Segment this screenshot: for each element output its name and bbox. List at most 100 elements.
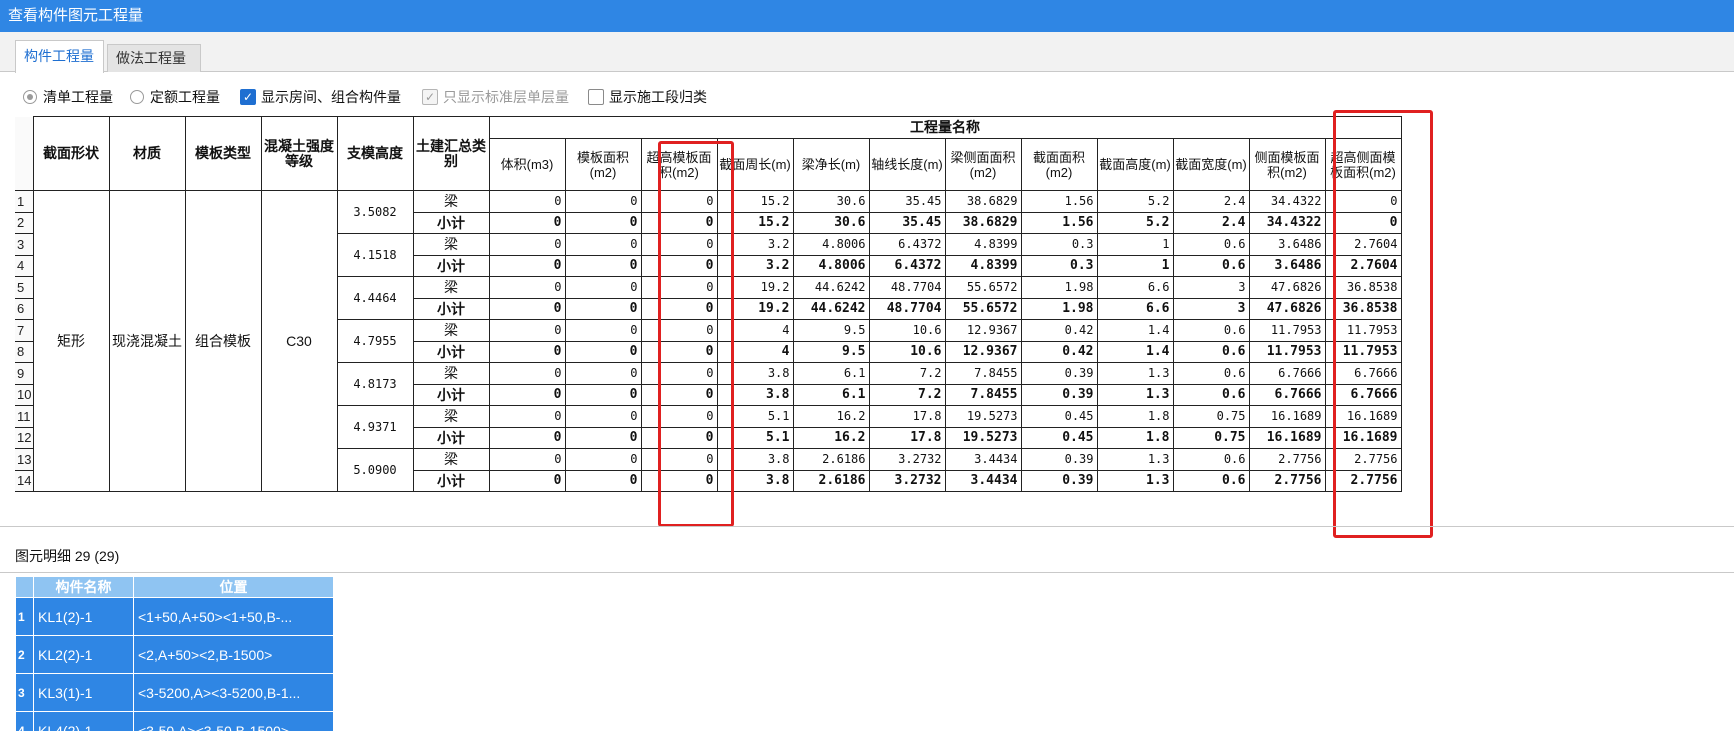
- radio-selected-icon: [23, 90, 37, 104]
- quantity-cell: 1.56: [1020, 211, 1098, 234]
- quantity-cell: 0: [640, 405, 718, 428]
- quantity-cell: 6.4372: [868, 254, 946, 277]
- quantity-cell: 6.7666: [1248, 383, 1326, 406]
- table-row[interactable]: 1 矩形 现浇混凝土 组合模板 C30 3.5082 梁 0 0 0 15.2 30.6 35.45 38…: [15, 190, 1402, 492]
- category-cell: 梁: [412, 276, 490, 299]
- show-stage-checkbox[interactable]: 显示施工段归类: [588, 87, 707, 107]
- list-item[interactable]: 2 KL2(2)-1 <2,A+50><2,B-1500>: [15, 635, 334, 674]
- detail-list[interactable]: 构件名称 位置 1 KL1(2)-1 <1+50,A+50><1+50,B-... 2…: [15, 576, 335, 731]
- quantity-cell: 0: [564, 297, 642, 320]
- quantity-cell: 36.8538: [1324, 276, 1402, 299]
- quantity-cell: 3.6486: [1248, 254, 1326, 277]
- list-index: 2: [15, 635, 34, 674]
- header-summary-type[interactable]: 土建汇总类别: [412, 116, 490, 191]
- quantity-cell: 12.9367: [944, 319, 1022, 342]
- quantity-cell: 19.5273: [944, 426, 1022, 449]
- row-number: 1: [15, 190, 34, 213]
- quantity-cell: 0: [488, 211, 566, 234]
- subheader-quantity[interactable]: 梁净长(m): [792, 138, 870, 191]
- subheader-quantity[interactable]: 体积(m3): [488, 138, 566, 191]
- subheader-quantity[interactable]: 截面面积(m2): [1020, 138, 1098, 191]
- detail-header-name[interactable]: 构件名称: [33, 576, 134, 598]
- quantity-cell: 7.2: [868, 383, 946, 406]
- window-title: 查看构件图元工程量: [0, 0, 1734, 32]
- quantity-cell: 0: [640, 190, 718, 213]
- header-material[interactable]: 材质: [108, 116, 186, 191]
- list-item[interactable]: 4 KL4(2)-1 <3-50,A><3-50,B-1500>: [15, 711, 334, 731]
- subheader-quantity[interactable]: 截面高度(m): [1096, 138, 1174, 191]
- quantity-cell: 2.7604: [1324, 233, 1402, 256]
- quantity-cell: 48.7704: [868, 276, 946, 299]
- subheader-quantity[interactable]: 侧面模板面积(m2): [1248, 138, 1326, 191]
- quantity-cell: 0: [564, 469, 642, 492]
- quantity-cell: 0: [640, 297, 718, 320]
- quantity-cell: 1.3: [1096, 469, 1174, 492]
- quantity-table: 截面形状 材质 模板类型 混凝土强度等级 支模高度 土建汇总类别 工程量名称 体…: [15, 116, 1402, 492]
- show-rooms-checkbox[interactable]: ✓ 显示房间、组合构件量: [240, 87, 401, 107]
- header-section-shape[interactable]: 截面形状: [32, 116, 110, 191]
- quantity-cell: 0: [488, 469, 566, 492]
- quantity-cell: 35.45: [868, 190, 946, 213]
- quantity-cell: 16.1689: [1324, 405, 1402, 428]
- category-cell: 梁: [412, 405, 490, 428]
- position-cell: <3-5200,A><3-5200,B-1...: [133, 673, 334, 712]
- quantity-cell: 0.75: [1172, 426, 1250, 449]
- show-rooms-label: 显示房间、组合构件量: [261, 89, 401, 105]
- header-formwork-type[interactable]: 模板类型: [184, 116, 262, 191]
- only-std-floor-label: 只显示标准层单层量: [443, 89, 569, 105]
- position-cell: <2,A+50><2,B-1500>: [133, 635, 334, 674]
- detail-title-label: 图元明细: [15, 548, 71, 564]
- row-number: 6: [15, 297, 34, 320]
- category-cell: 梁: [412, 448, 490, 471]
- quantity-cell: 5.1: [716, 426, 794, 449]
- header-support-height[interactable]: 支模高度: [336, 116, 414, 191]
- list-item[interactable]: 1 KL1(2)-1 <1+50,A+50><1+50,B-...: [15, 597, 334, 636]
- quantity-cell: 4.8006: [792, 254, 870, 277]
- header-concrete-grade[interactable]: 混凝土强度等级: [260, 116, 338, 191]
- quantity-cell: 7.2: [868, 362, 946, 385]
- quantity-cell: 0.3: [1020, 254, 1098, 277]
- list-item[interactable]: 3 KL3(1)-1 <3-5200,A><3-5200,B-1...: [15, 673, 334, 712]
- subheader-quantity[interactable]: 超高模板面积(m2): [640, 138, 718, 191]
- merged-concrete-grade: C30: [260, 190, 338, 492]
- support-height-cell: 3.5082: [336, 190, 414, 234]
- quantity-cell: 1.3: [1096, 448, 1174, 471]
- category-cell: 小计: [412, 340, 490, 363]
- quantity-cell: 1: [1096, 233, 1174, 256]
- dinge-radio[interactable]: 定额工程量: [130, 87, 220, 107]
- qingdan-radio[interactable]: 清单工程量: [23, 87, 113, 107]
- row-number: 13: [15, 448, 34, 471]
- detail-header-position[interactable]: 位置: [133, 576, 334, 598]
- tab-method-quantity[interactable]: 做法工程量: [107, 44, 201, 72]
- divider: [0, 572, 1734, 573]
- quantity-cell: 6.7666: [1324, 383, 1402, 406]
- category-cell: 梁: [412, 362, 490, 385]
- quantity-cell: 2.6186: [792, 448, 870, 471]
- subheader-quantity[interactable]: 截面周长(m): [716, 138, 794, 191]
- quantity-cell: 3.2: [716, 254, 794, 277]
- merged-formwork-type: 组合模板: [184, 190, 262, 492]
- quantity-cell: 47.6826: [1248, 276, 1326, 299]
- support-height-cell: 4.1518: [336, 233, 414, 277]
- subheader-quantity[interactable]: 超高侧面模板面积(m2): [1324, 138, 1402, 191]
- qingdan-label: 清单工程量: [43, 89, 113, 105]
- quantity-cell: 1.8: [1096, 426, 1174, 449]
- subheader-quantity[interactable]: 轴线长度(m): [868, 138, 946, 191]
- subheader-quantity[interactable]: 模板面积(m2): [564, 138, 642, 191]
- subheader-quantity[interactable]: 截面宽度(m): [1172, 138, 1250, 191]
- only-std-floor-checkbox[interactable]: ✓ 只显示标准层单层量: [422, 87, 569, 107]
- quantity-cell: 0: [640, 340, 718, 363]
- header-quantity-group: 工程量名称: [488, 116, 1402, 139]
- category-cell: 小计: [412, 426, 490, 449]
- quantity-cell: 1: [1096, 254, 1174, 277]
- subheader-quantity[interactable]: 梁侧面面积(m2): [944, 138, 1022, 191]
- quantity-cell: 16.2: [792, 426, 870, 449]
- quantity-cell: 16.1689: [1324, 426, 1402, 449]
- quantity-grid[interactable]: 截面形状 材质 模板类型 混凝土强度等级 支模高度 土建汇总类别 工程量名称 体…: [15, 116, 1734, 526]
- quantity-cell: 0.39: [1020, 383, 1098, 406]
- tab-component-quantity[interactable]: 构件工程量: [15, 40, 104, 73]
- show-stage-label: 显示施工段归类: [609, 89, 707, 105]
- quantity-cell: 4.8006: [792, 233, 870, 256]
- support-height-cell: 4.4464: [336, 276, 414, 320]
- row-number: 2: [15, 211, 34, 234]
